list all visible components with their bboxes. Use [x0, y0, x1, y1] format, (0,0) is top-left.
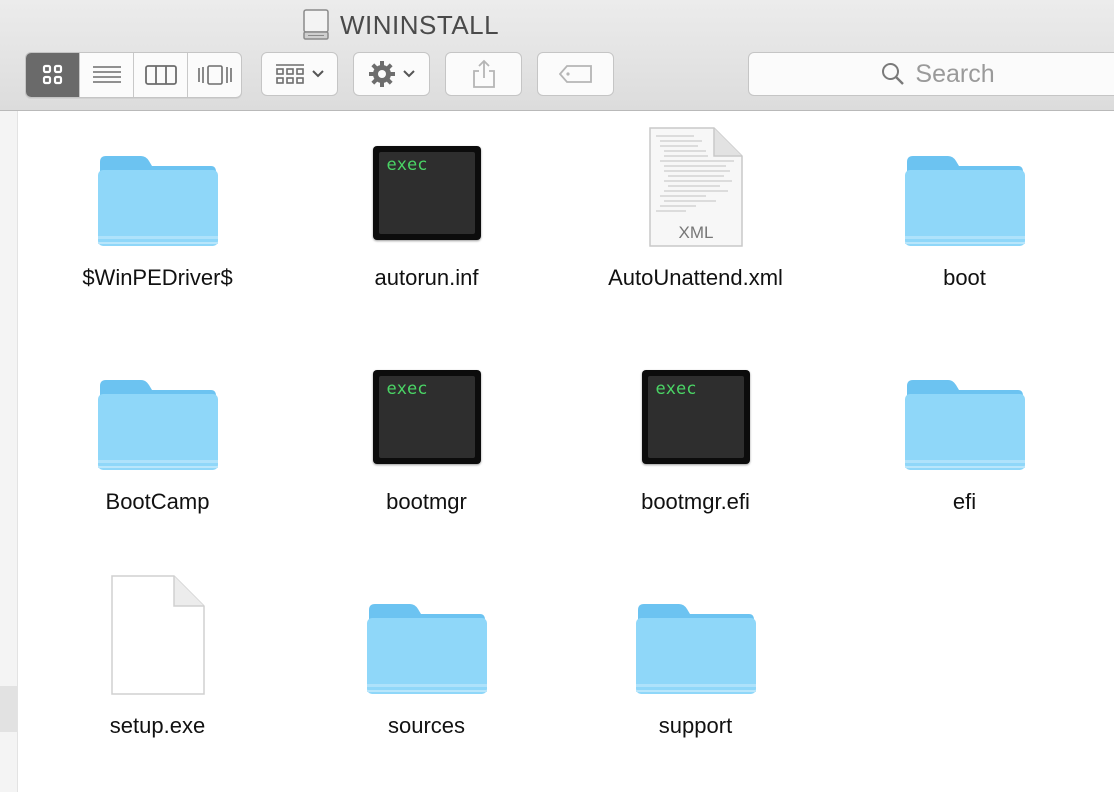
list-view-icon — [92, 66, 121, 83]
list-view-button[interactable] — [80, 53, 134, 97]
gear-icon — [368, 61, 395, 87]
file-icon-container — [626, 568, 766, 698]
xml-badge: XML — [678, 223, 713, 242]
icon-view-icon — [42, 64, 62, 85]
exec-badge: exec — [655, 379, 697, 399]
folder-icon — [635, 604, 756, 694]
file-icon-container: exec — [357, 120, 497, 250]
icon-view-button[interactable] — [26, 53, 80, 97]
cover-flow-view-button[interactable] — [188, 53, 241, 97]
file-item[interactable]: efi — [830, 344, 1099, 568]
file-item[interactable]: boot — [830, 120, 1099, 344]
terminal-exec-icon: exec — [641, 370, 750, 464]
file-item[interactable]: BootCamp — [23, 344, 292, 568]
file-icon-container — [88, 568, 228, 698]
file-name: setup.exe — [109, 713, 206, 738]
file-item[interactable]: XML AutoUnattend.xml — [561, 120, 830, 344]
arrange-button[interactable] — [261, 52, 338, 96]
blank-document-icon — [110, 575, 205, 695]
file-item[interactable]: exec bootmgr.efi — [561, 344, 830, 568]
xml-document-icon: XML — [648, 127, 743, 247]
file-icon-container — [895, 344, 1035, 474]
file-name: boot — [943, 265, 986, 290]
window-toolbar: WININSTALL Search — [0, 0, 1114, 111]
file-item[interactable]: sources — [292, 568, 561, 792]
file-name: bootmgr — [386, 489, 467, 514]
folder-icon — [904, 380, 1025, 470]
file-icon-container: exec — [357, 344, 497, 474]
tag-icon — [558, 65, 592, 83]
column-view-button[interactable] — [134, 53, 188, 97]
file-name: sources — [387, 713, 466, 738]
share-icon — [472, 59, 495, 88]
folder-icon — [97, 156, 218, 246]
file-icon-container — [357, 568, 497, 698]
file-name: $WinPEDriver$ — [82, 265, 233, 290]
file-item[interactable]: setup.exe — [23, 568, 292, 792]
cover-flow-view-icon — [197, 65, 232, 85]
exec-badge: exec — [386, 155, 428, 175]
sidebar-selection — [0, 686, 17, 732]
exec-badge: exec — [386, 379, 428, 399]
chevron-down-icon — [311, 70, 324, 78]
search-placeholder: Search — [915, 59, 995, 88]
file-icon-grid: $WinPEDriver$ exec autorun.inf XML AutoU… — [23, 120, 1099, 792]
file-name: efi — [952, 489, 977, 514]
file-item[interactable]: exec bootmgr — [292, 344, 561, 568]
file-name: BootCamp — [105, 489, 210, 514]
chevron-down-icon — [402, 70, 415, 78]
search-field[interactable]: Search — [748, 52, 1114, 96]
view-mode-control — [25, 52, 242, 98]
file-item[interactable]: support — [561, 568, 830, 792]
file-name: support — [658, 713, 733, 738]
folder-icon — [97, 380, 218, 470]
window-title-area: WININSTALL — [302, 8, 499, 42]
file-name: autorun.inf — [374, 265, 479, 290]
action-button[interactable] — [353, 52, 430, 96]
column-view-icon — [144, 65, 177, 85]
folder-icon — [904, 156, 1025, 246]
share-button[interactable] — [445, 52, 522, 96]
file-icon-container — [88, 344, 228, 474]
tags-button[interactable] — [537, 52, 614, 96]
file-name: AutoUnattend.xml — [608, 265, 783, 290]
terminal-exec-icon: exec — [372, 370, 481, 464]
file-name: bootmgr.efi — [641, 489, 750, 514]
folder-icon — [366, 604, 487, 694]
window-title: WININSTALL — [340, 9, 500, 40]
terminal-exec-icon: exec — [372, 146, 481, 240]
file-icon-container: XML — [626, 120, 766, 250]
file-icon-container — [88, 120, 228, 250]
file-icon-container: exec — [626, 344, 766, 474]
grid-arrange-icon — [275, 64, 304, 84]
file-icon-container — [895, 120, 1035, 250]
search-icon — [882, 63, 905, 85]
drive-icon — [303, 9, 329, 40]
file-item[interactable]: exec autorun.inf — [292, 120, 561, 344]
file-item[interactable]: $WinPEDriver$ — [23, 120, 292, 344]
